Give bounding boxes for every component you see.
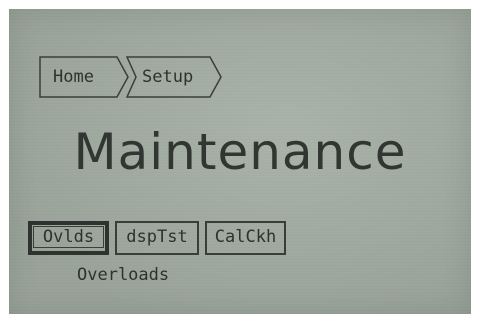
breadcrumb-item-home[interactable]: Home — [39, 56, 129, 98]
softkey-display-test[interactable]: dspTst — [115, 221, 199, 255]
softkey-cal-check[interactable]: CalCkh — [205, 221, 286, 255]
lcd-display: Home Setup Maintenance Ovlds dspTst CalC… — [9, 9, 471, 314]
breadcrumb-home-label: Home — [53, 67, 94, 87]
softkey-ovlds-label: Ovlds — [33, 226, 104, 248]
breadcrumb-item-setup[interactable]: Setup — [126, 56, 222, 98]
screen-title: Maintenance — [73, 123, 407, 181]
device-frame: Home Setup Maintenance Ovlds dspTst CalC… — [0, 0, 477, 324]
softkey-overloads[interactable]: Ovlds — [28, 221, 109, 255]
selected-softkey-description: Overloads — [77, 265, 170, 285]
breadcrumb-setup-label: Setup — [142, 67, 194, 87]
